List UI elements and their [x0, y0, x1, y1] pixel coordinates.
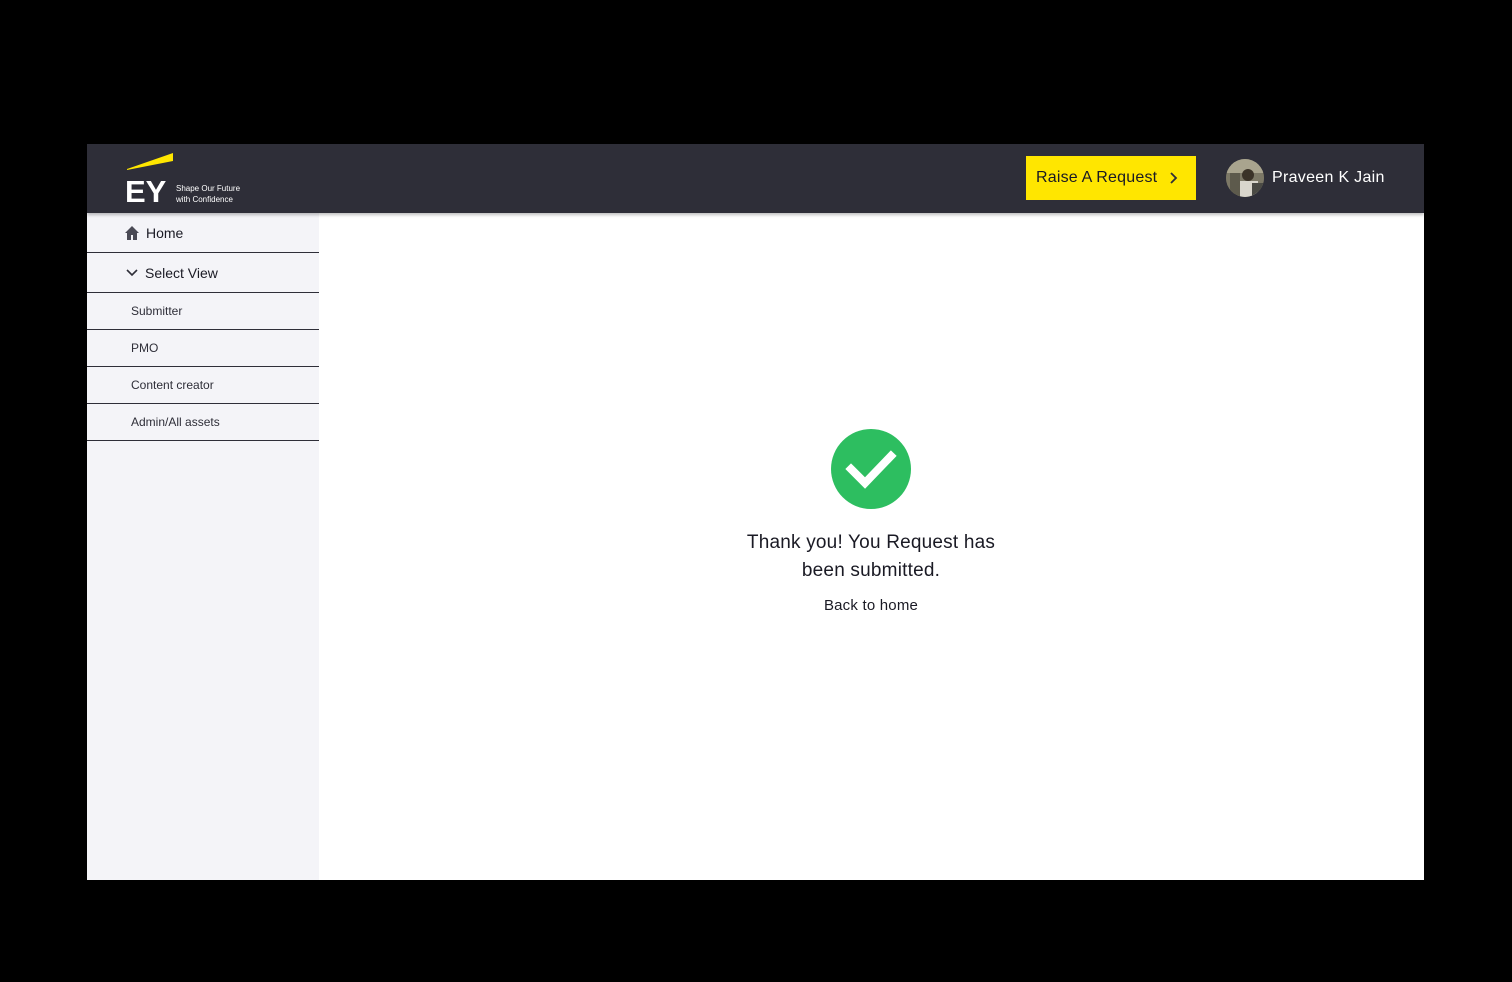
- logo-tagline: Shape Our Future with Confidence: [176, 183, 240, 205]
- user-profile[interactable]: Praveen K Jain: [1226, 159, 1385, 197]
- app-window: EY Shape Our Future with Confidence Rais…: [87, 144, 1424, 880]
- sidebar-item-home[interactable]: Home: [87, 213, 319, 253]
- sidebar: Home Select View Submitter PMO Content c…: [87, 213, 319, 880]
- back-to-home-link[interactable]: Back to home: [771, 597, 971, 614]
- top-header: EY Shape Our Future with Confidence Rais…: [87, 144, 1424, 213]
- sidebar-item-pmo[interactable]: PMO: [87, 330, 319, 367]
- sidebar-item-label: PMO: [131, 341, 159, 355]
- raise-request-button[interactable]: Raise A Request: [1026, 156, 1196, 200]
- sidebar-select-view[interactable]: Select View: [87, 253, 319, 293]
- success-message-line-1: Thank you! You Request has: [746, 532, 996, 553]
- home-icon: [124, 225, 140, 241]
- sidebar-item-admin-all-assets[interactable]: Admin/All assets: [87, 404, 319, 441]
- chevron-down-icon: [124, 265, 140, 281]
- main-content: Thank you! You Request has been submitte…: [319, 213, 1424, 880]
- tagline-line-1: Shape Our Future: [176, 184, 241, 193]
- avatar[interactable]: [1226, 159, 1264, 197]
- sidebar-item-label: Content creator: [131, 378, 214, 392]
- sidebar-item-submitter[interactable]: Submitter: [87, 293, 319, 330]
- sidebar-item-label: Submitter: [131, 304, 183, 318]
- sidebar-select-view-label: Select View: [145, 264, 218, 281]
- sidebar-item-content-creator[interactable]: Content creator: [87, 367, 319, 404]
- sidebar-item-label: Admin/All assets: [131, 415, 220, 429]
- sidebar-home-label: Home: [146, 224, 184, 241]
- user-name: Praveen K Jain: [1272, 169, 1385, 186]
- chevron-right-icon: [1170, 172, 1178, 184]
- raise-request-label: Raise A Request: [1036, 169, 1158, 186]
- logo-text: EY: [125, 174, 167, 205]
- success-check-icon: [831, 429, 911, 509]
- success-message: Thank you! You Request has been submitte…: [721, 529, 1021, 585]
- ey-logo-mark: EY: [125, 153, 173, 205]
- success-message-line-2: been submitted.: [801, 560, 941, 581]
- avatar-image: [1226, 159, 1264, 197]
- tagline-line-2: with Confidence: [176, 195, 233, 204]
- ey-logo[interactable]: EY Shape Our Future with Confidence: [125, 153, 255, 205]
